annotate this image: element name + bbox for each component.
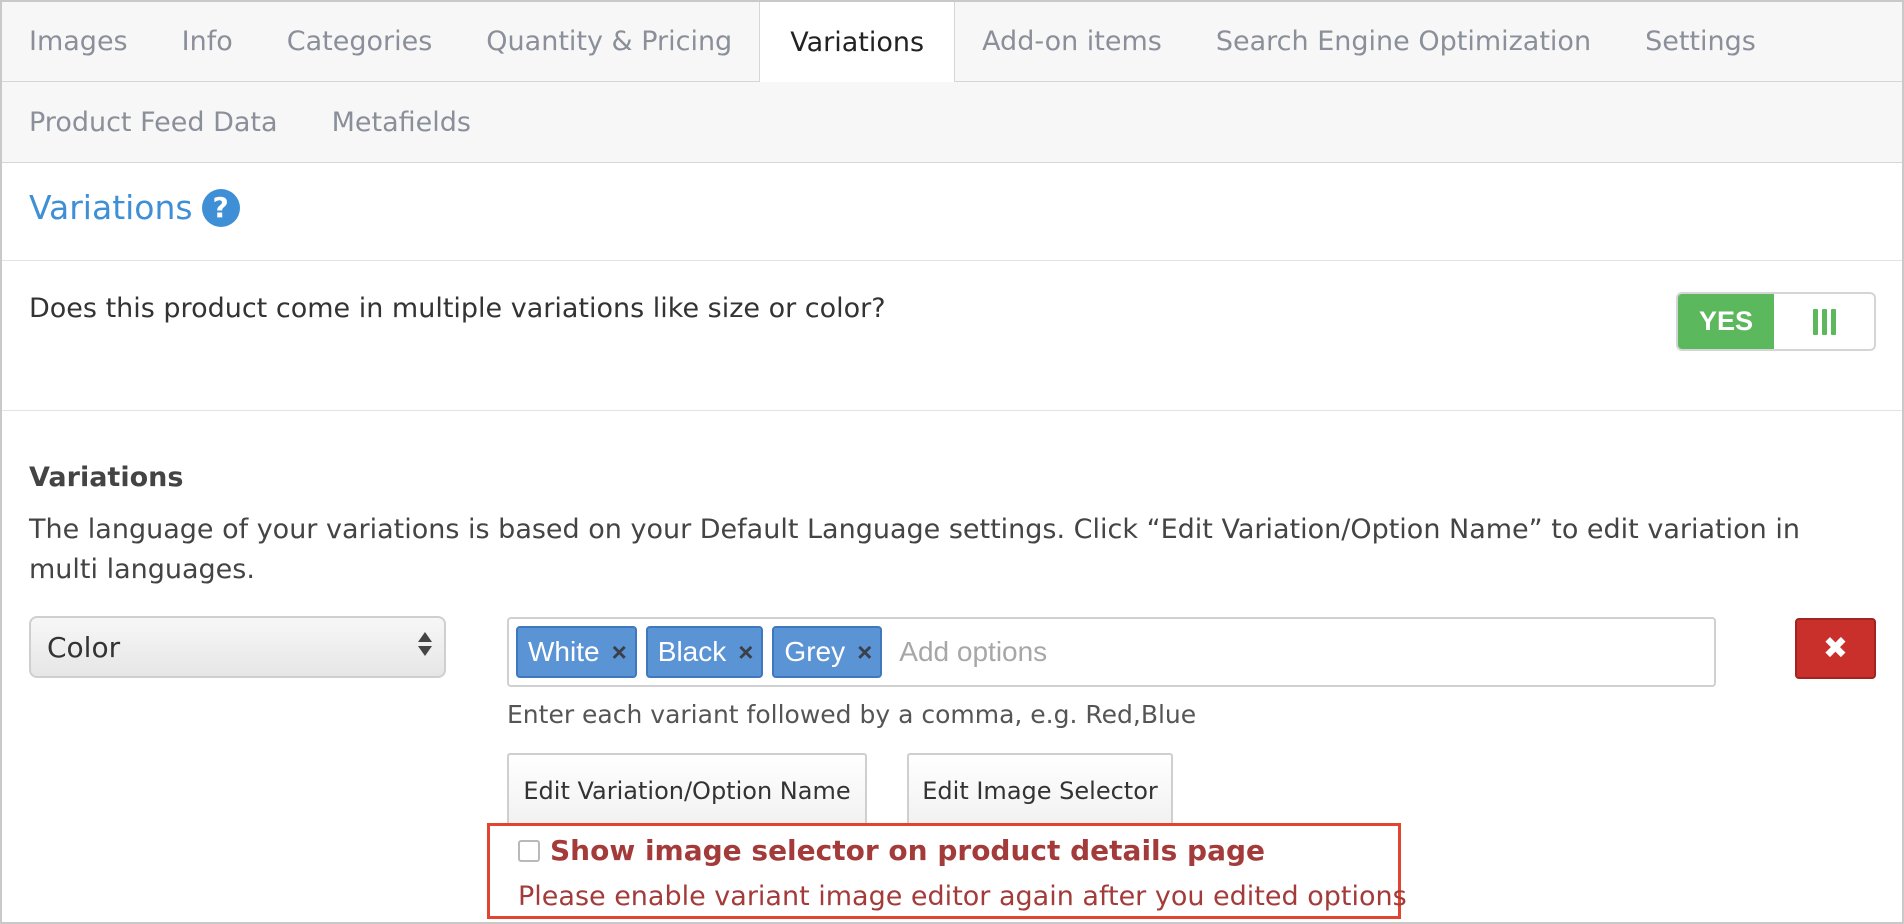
warning-message: Please enable variant image editor again… <box>518 881 1407 912</box>
edit-variation-name-button[interactable]: Edit Variation/Option Name <box>507 753 867 828</box>
edit-image-selector-button[interactable]: Edit Image Selector <box>907 753 1173 828</box>
section-header: Variations ? <box>29 188 240 227</box>
show-image-selector-checkbox[interactable] <box>518 839 540 862</box>
options-tags-input[interactable]: White × Black × Grey × Add options <box>507 617 1716 687</box>
option-tag: Black × <box>645 626 764 678</box>
tab-row-2: Product Feed Data Metafields <box>2 82 498 162</box>
option-tag: Grey × <box>772 626 883 678</box>
option-tag-label: Grey <box>784 636 846 667</box>
variations-question: Does this product come in multiple varia… <box>29 293 886 324</box>
tab-settings[interactable]: Settings <box>1618 2 1783 81</box>
variations-description: The language of your variations is based… <box>29 514 1800 585</box>
variations-toggle[interactable]: YES <box>1676 292 1876 351</box>
add-options-placeholder[interactable]: Add options <box>899 636 1047 668</box>
show-image-selector-row: Show image selector on product details p… <box>518 834 1265 867</box>
variation-type-value: Color <box>47 630 121 664</box>
close-icon[interactable]: × <box>612 639 627 665</box>
tab-quantity-pricing[interactable]: Quantity & Pricing <box>459 2 759 81</box>
options-hint: Enter each variant followed by a comma, … <box>507 700 1197 729</box>
sort-arrows-icon <box>418 632 432 656</box>
tab-images[interactable]: Images <box>2 2 155 81</box>
close-icon[interactable]: × <box>857 639 872 665</box>
tab-add-on-items[interactable]: Add-on items <box>955 2 1189 81</box>
close-icon[interactable]: × <box>738 639 753 665</box>
variation-type-select[interactable]: Color <box>29 616 446 678</box>
toggle-yes-label: YES <box>1678 294 1774 349</box>
tab-info[interactable]: Info <box>155 2 260 81</box>
option-tag-label: White <box>528 636 600 667</box>
tab-seo[interactable]: Search Engine Optimization <box>1189 2 1618 81</box>
option-tag-label: Black <box>657 636 727 667</box>
delete-icon: ✖ <box>1822 631 1849 666</box>
product-editor: Images Info Categories Quantity & Pricin… <box>0 0 1904 924</box>
tab-categories[interactable]: Categories <box>260 2 460 81</box>
section-title: Variations <box>29 188 193 227</box>
grip-icon <box>1774 294 1874 349</box>
tab-product-feed-data[interactable]: Product Feed Data <box>2 82 305 162</box>
tab-row-1: Images Info Categories Quantity & Pricin… <box>2 2 1902 82</box>
image-selector-warning-box: Show image selector on product details p… <box>487 823 1407 919</box>
delete-variation-button[interactable]: ✖ <box>1795 618 1876 679</box>
tab-metafields[interactable]: Metafields <box>305 82 498 162</box>
option-tag: White × <box>516 626 637 678</box>
variations-heading: Variations <box>29 462 184 493</box>
divider <box>2 260 1902 261</box>
divider <box>2 410 1902 411</box>
help-icon[interactable]: ? <box>201 188 240 227</box>
show-image-selector-label[interactable]: Show image selector on product details p… <box>550 834 1265 867</box>
tab-variations[interactable]: Variations <box>759 2 956 82</box>
tab-bar: Images Info Categories Quantity & Pricin… <box>2 2 1902 163</box>
